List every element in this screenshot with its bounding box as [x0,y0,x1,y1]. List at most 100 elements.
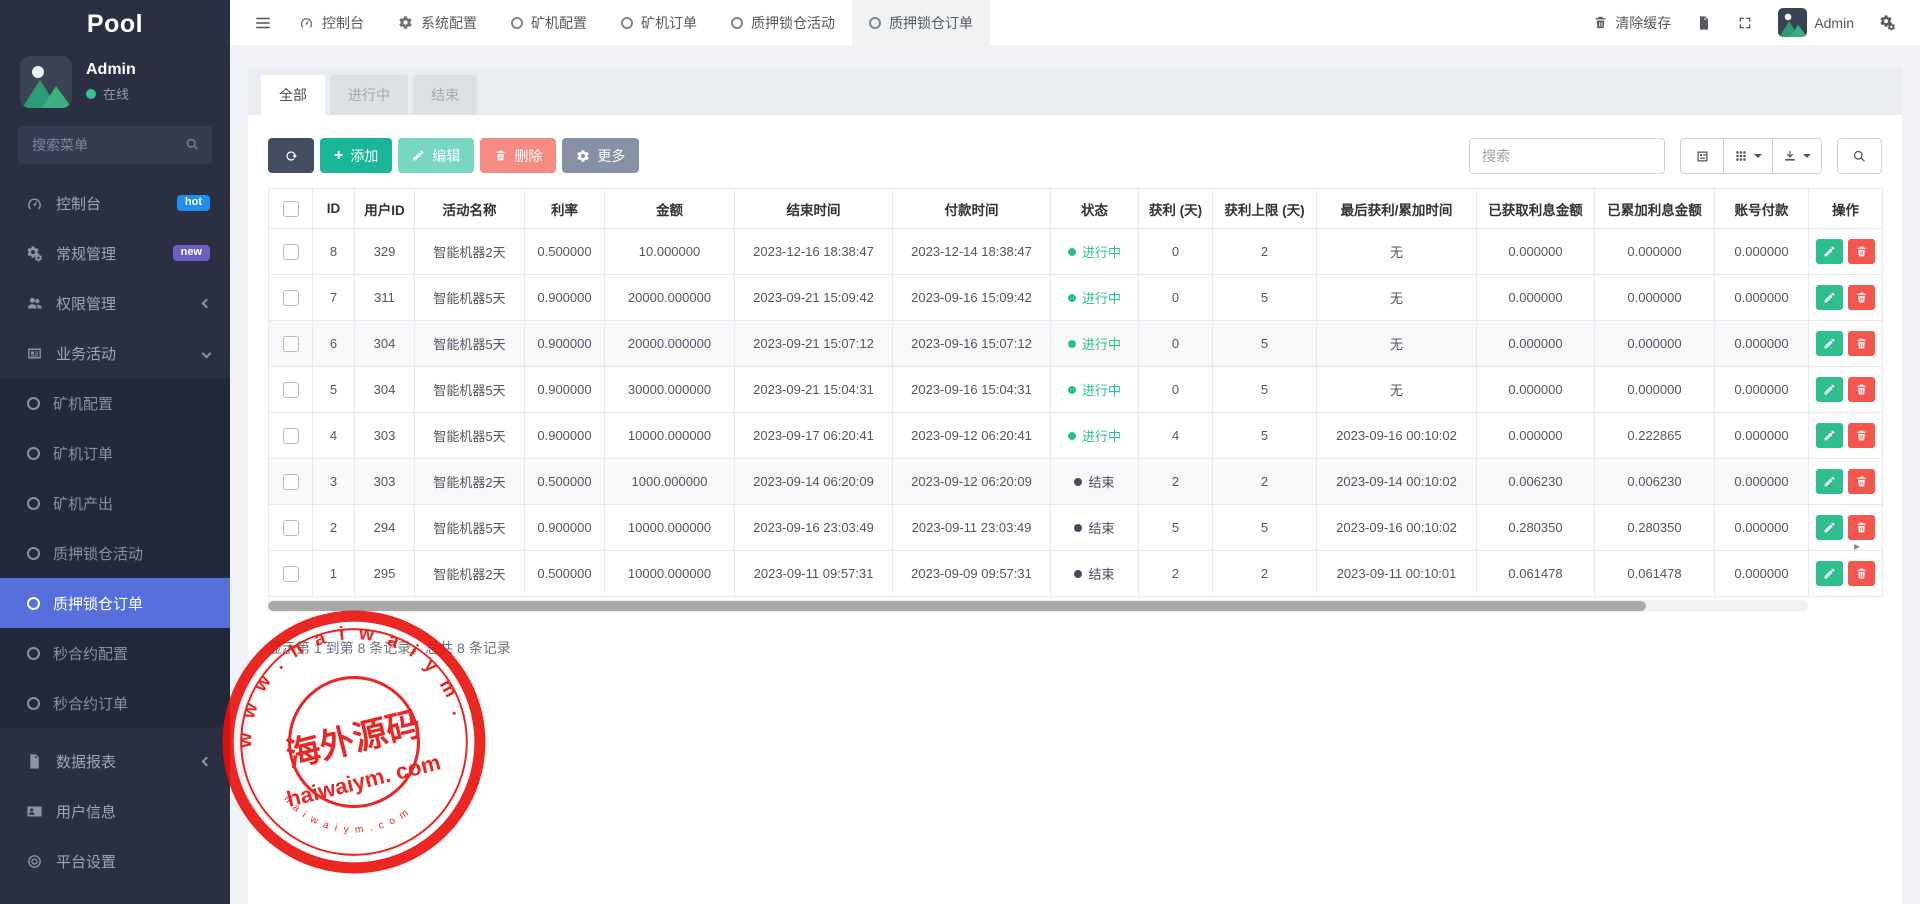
row-checkbox[interactable] [283,290,299,306]
settings-gears-icon[interactable] [1879,14,1896,31]
cell-last_time: 2023-09-14 00:10:02 [1317,459,1477,505]
row-checkbox[interactable] [283,382,299,398]
select-all-checkbox[interactable] [283,201,299,217]
row-delete-button[interactable] [1848,331,1875,356]
status-label: 进行中 [1082,334,1121,353]
cell-amount: 10000.000000 [605,505,735,551]
search-submit-button[interactable] [1837,138,1882,174]
sidebar-subitem-质押锁仓订单[interactable]: 质押锁仓订单 [0,578,230,628]
sidebar-subitem-label: 秒合约订单 [53,693,128,714]
sidebar-item-权限管理[interactable]: 权限管理 [0,278,230,328]
row-edit-button[interactable] [1816,377,1843,402]
topbar-tab-label: 质押锁仓订单 [889,13,973,33]
delete-button[interactable]: 删除 [480,138,556,173]
column-header-活动名称: 活动名称 [415,189,525,229]
row-edit-button[interactable] [1816,423,1843,448]
row-delete-button[interactable] [1848,239,1875,264]
filter-tab-结束[interactable]: 结束 [413,75,477,115]
cell-interest_got: 0.000000 [1477,367,1595,413]
hamburger-icon[interactable] [254,14,272,32]
cell-end_time: 2023-09-11 09:57:31 [735,551,893,597]
status-label: 结束 [1088,472,1114,491]
filter-tab-进行中[interactable]: 进行中 [330,75,408,115]
user-menu[interactable]: Admin [1778,8,1854,37]
sidebar-subitem-矿机产出[interactable]: 矿机产出 [0,478,230,528]
sidebar-item-用户信息[interactable]: 用户信息 [0,786,230,836]
topbar-tab-质押锁仓活动[interactable]: 质押锁仓活动 [714,0,852,45]
row-delete-button[interactable] [1848,285,1875,310]
cell-uid: 303 [355,459,415,505]
edit-button[interactable]: 编辑 [398,138,474,173]
gear-icon [576,149,590,163]
row-delete-button[interactable] [1848,423,1875,448]
columns-button[interactable] [1724,138,1773,174]
caret-down-icon [1803,154,1811,162]
clear-cache-button[interactable]: 清除缓存 [1593,13,1671,33]
table-header-row: ID用户ID活动名称利率金额结束时间付款时间状态获利 (天)获利上限 (天)最后… [269,189,1883,229]
more-button[interactable]: 更多 [562,138,639,173]
sidebar-subitem-矿机配置[interactable]: 矿机配置 [0,378,230,428]
cell-name: 智能机器2天 [415,229,525,275]
export-button[interactable] [1773,138,1822,174]
row-edit-button[interactable] [1816,561,1843,586]
row-delete-button[interactable] [1848,377,1875,402]
add-button-label: 添加 [350,146,378,166]
sidebar-subitem-label: 质押锁仓活动 [53,543,143,564]
filter-tab-全部[interactable]: 全部 [261,75,325,115]
sidebar-item-数据报表[interactable]: 数据报表 [0,736,230,786]
sidebar-subitem-秒合约配置[interactable]: 秒合约配置 [0,628,230,678]
sidebar-item-平台设置[interactable]: 平台设置 [0,836,230,886]
refresh-button[interactable] [268,138,314,173]
sidebar-item-控制台[interactable]: 控制台hot [0,178,230,228]
scroll-right-arrow[interactable]: ▸ [1854,539,1860,553]
cell-id: 4 [313,413,355,459]
row-edit-button[interactable] [1816,331,1843,356]
detail-view-button[interactable] [1680,138,1724,174]
sidebar-item-常规管理[interactable]: 常规管理new [0,228,230,278]
topbar-tab-系统配置[interactable]: 系统配置 [381,0,494,45]
row-delete-button[interactable] [1848,515,1875,540]
sidebar-item-记录[interactable]: 记录 [0,886,230,904]
cell-profit_days: 2 [1139,551,1213,597]
column-header-获利 (天): 获利 (天) [1139,189,1213,229]
log-icon[interactable] [1696,15,1712,31]
cell-interest_got: 0.000000 [1477,321,1595,367]
row-checkbox[interactable] [283,336,299,352]
add-button[interactable]: + 添加 [320,138,392,173]
sidebar-item-业务活动[interactable]: 业务活动 [0,328,230,378]
cell-amount: 1000.000000 [605,459,735,505]
menu-search-input[interactable] [18,126,212,164]
scrollbar-thumb[interactable] [268,601,1646,611]
row-checkbox[interactable] [283,520,299,536]
row-edit-button[interactable] [1816,285,1843,310]
topbar-tab-矿机配置[interactable]: 矿机配置 [494,0,604,45]
row-checkbox[interactable] [283,566,299,582]
cell-interest_acc: 0.000000 [1595,275,1715,321]
row-edit-button[interactable] [1816,469,1843,494]
table-search-input[interactable] [1469,138,1665,174]
row-edit-button[interactable] [1816,515,1843,540]
row-delete-button[interactable] [1848,561,1875,586]
sidebar-subitem-矿机订单[interactable]: 矿机订单 [0,428,230,478]
sidebar-item-label: 控制台 [56,193,101,214]
sidebar-subitem-秒合约订单[interactable]: 秒合约订单 [0,678,230,728]
row-checkbox[interactable] [283,244,299,260]
topbar-tab-控制台[interactable]: 控制台 [282,0,381,45]
row-select-cell [269,321,313,367]
horizontal-scrollbar[interactable] [268,600,1808,612]
row-edit-button[interactable] [1816,239,1843,264]
row-delete-button[interactable] [1848,469,1875,494]
status-label: 进行中 [1082,380,1121,399]
toolbar: + 添加 编辑 删除 更多 [268,138,1882,174]
row-checkbox[interactable] [283,428,299,444]
circle-icon [511,17,523,29]
fullscreen-icon[interactable] [1737,15,1753,31]
row-checkbox[interactable] [283,474,299,490]
column-header-结束时间: 结束时间 [735,189,893,229]
topbar-tab-矿机订单[interactable]: 矿机订单 [604,0,714,45]
topbar: 控制台系统配置矿机配置矿机订单质押锁仓活动 质押锁仓订单 清除缓存 Admin [230,0,1920,45]
sidebar-subitem-质押锁仓活动[interactable]: 质押锁仓活动 [0,528,230,578]
topbar-tab-质押锁仓订单[interactable]: 质押锁仓订单 [852,0,990,45]
gauge-icon [24,195,44,212]
menu-search [18,126,212,164]
